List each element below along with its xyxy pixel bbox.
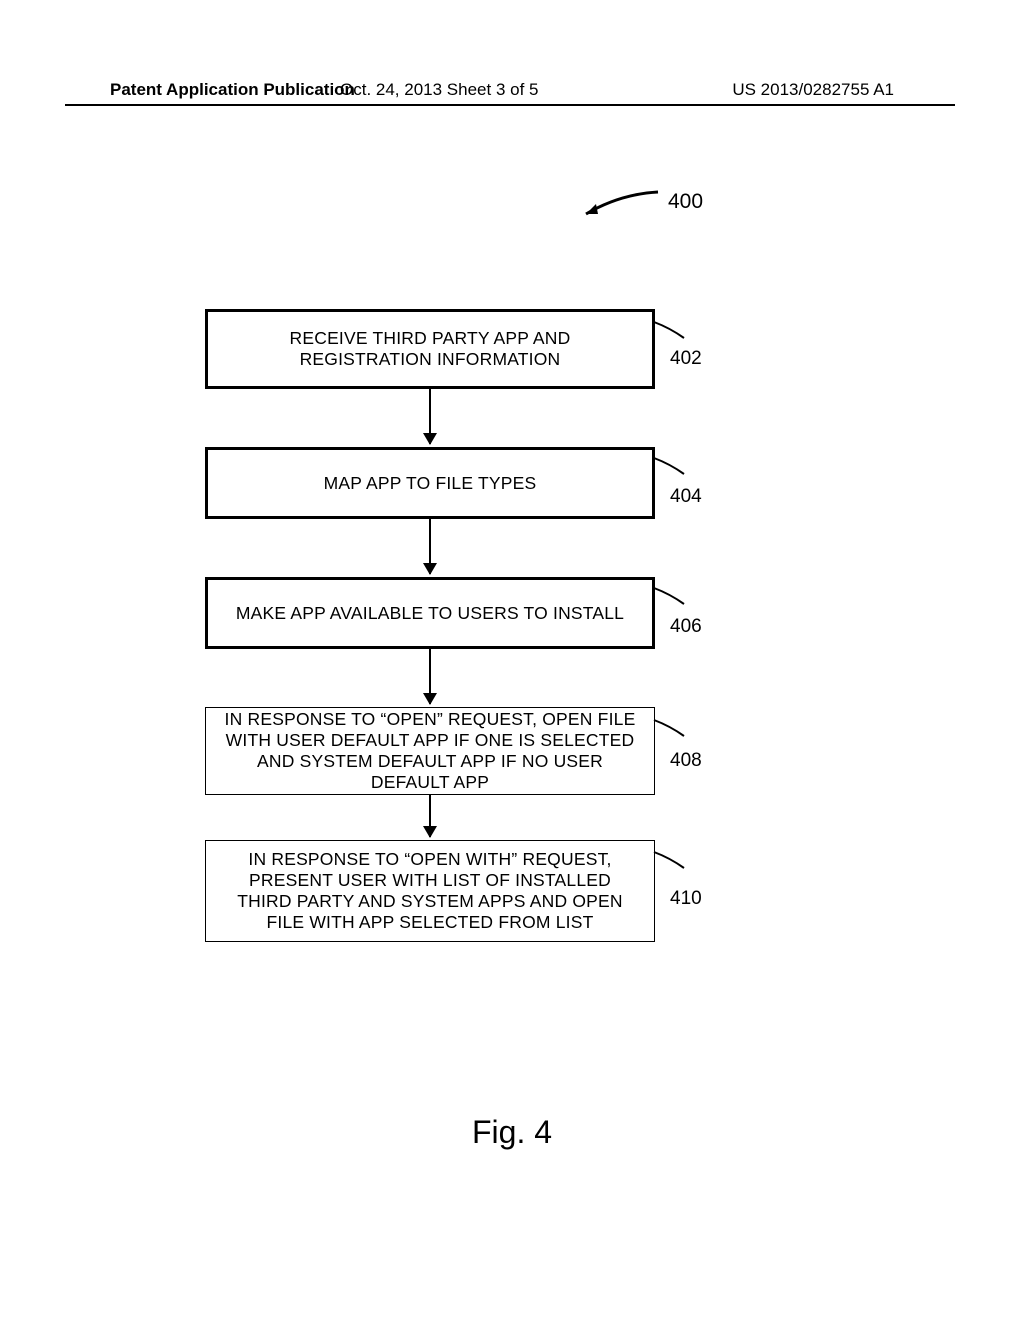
flow-step-1-text: RECEIVE THIRD PARTY APP AND REGISTRATION… <box>222 328 638 370</box>
callout-tick-5 <box>652 850 688 870</box>
flow-step-2: MAP APP TO FILE TYPES <box>205 447 655 519</box>
ref-num-2: 404 <box>670 486 702 508</box>
flow-step-4-text: IN RESPONSE TO “OPEN” REQUEST, OPEN FILE… <box>220 709 640 793</box>
flow-step-3-text: MAKE APP AVAILABLE TO USERS TO INSTALL <box>236 603 624 624</box>
header-left: Patent Application Publication <box>110 80 355 100</box>
arrow-1 <box>429 389 431 444</box>
flow-step-4: IN RESPONSE TO “OPEN” REQUEST, OPEN FILE… <box>205 707 655 795</box>
reference-number: 400 <box>668 190 703 214</box>
flow-step-5: IN RESPONSE TO “OPEN WITH” REQUEST, PRES… <box>205 840 655 942</box>
page-header: Patent Application Publication Oct. 24, … <box>0 80 1024 100</box>
flow-step-3: MAKE APP AVAILABLE TO USERS TO INSTALL <box>205 577 655 649</box>
callout-tick-3 <box>652 586 688 606</box>
callout-tick-2 <box>652 456 688 476</box>
flow-step-2-text: MAP APP TO FILE TYPES <box>324 473 537 494</box>
header-rule <box>65 104 955 106</box>
flow-step-5-text: IN RESPONSE TO “OPEN WITH” REQUEST, PRES… <box>220 849 640 933</box>
flow-step-1: RECEIVE THIRD PARTY APP AND REGISTRATION… <box>205 309 655 389</box>
reference-arrow <box>580 190 660 220</box>
figure-caption: Fig. 4 <box>0 1114 1024 1151</box>
arrow-4 <box>429 795 431 837</box>
header-center: Oct. 24, 2013 Sheet 3 of 5 <box>340 80 538 100</box>
header-right: US 2013/0282755 A1 <box>732 80 894 100</box>
callout-tick-4 <box>652 718 688 738</box>
ref-num-5: 410 <box>670 888 702 910</box>
ref-num-3: 406 <box>670 616 702 638</box>
ref-num-4: 408 <box>670 750 702 772</box>
arrow-3 <box>429 649 431 704</box>
callout-tick-1 <box>652 320 688 340</box>
ref-num-1: 402 <box>670 348 702 370</box>
arrow-2 <box>429 519 431 574</box>
